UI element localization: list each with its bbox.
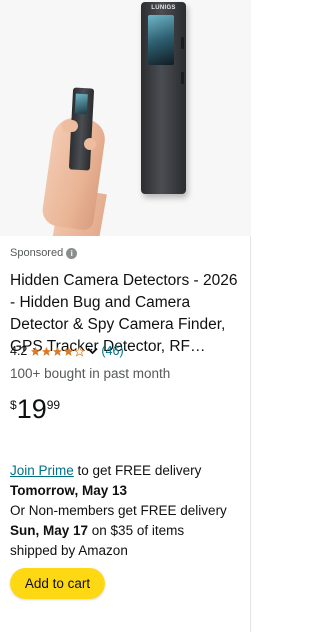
star-full-icon [53, 346, 63, 356]
rating-value: 4.2 [10, 344, 28, 358]
chevron-down-icon[interactable] [87, 347, 99, 355]
star-full-icon [31, 346, 41, 356]
finger-image [62, 120, 78, 132]
rating-row[interactable]: 4.2 (46) [10, 343, 124, 359]
sponsored-label[interactable]: Sponsored i [10, 247, 78, 259]
delivery-date-prime: Tomorrow, May 13 [10, 483, 128, 498]
star-full-icon [42, 346, 52, 356]
price-symbol: $ [10, 398, 17, 412]
add-to-cart-button[interactable]: Add to cart [10, 568, 105, 599]
star-full-icon [64, 346, 74, 356]
join-prime-link[interactable]: Join Prime [10, 463, 74, 478]
star-rating[interactable] [30, 345, 86, 357]
price-fraction: 99 [46, 398, 61, 412]
product-card: LUNIGS Sponsored i Hidden Camera Detecto… [0, 0, 251, 632]
finger-image [84, 138, 96, 150]
delivery-date-standard: Sun, May 17 [10, 523, 89, 538]
review-count-link[interactable]: (46) [101, 344, 123, 358]
product-image[interactable]: LUNIGS [0, 0, 251, 236]
info-icon[interactable]: i [66, 247, 78, 259]
device-brand-label: LUNIGS [151, 5, 176, 11]
delivery-info: Join Prime to get FREE delivery Tomorrow… [10, 463, 227, 558]
star-empty-icon [74, 345, 86, 357]
bought-count: 100+ bought in past month [10, 366, 171, 381]
device-large-image: LUNIGS [141, 2, 186, 194]
price-whole: 19 [16, 394, 47, 424]
price[interactable]: $ 19 99 [10, 394, 60, 424]
